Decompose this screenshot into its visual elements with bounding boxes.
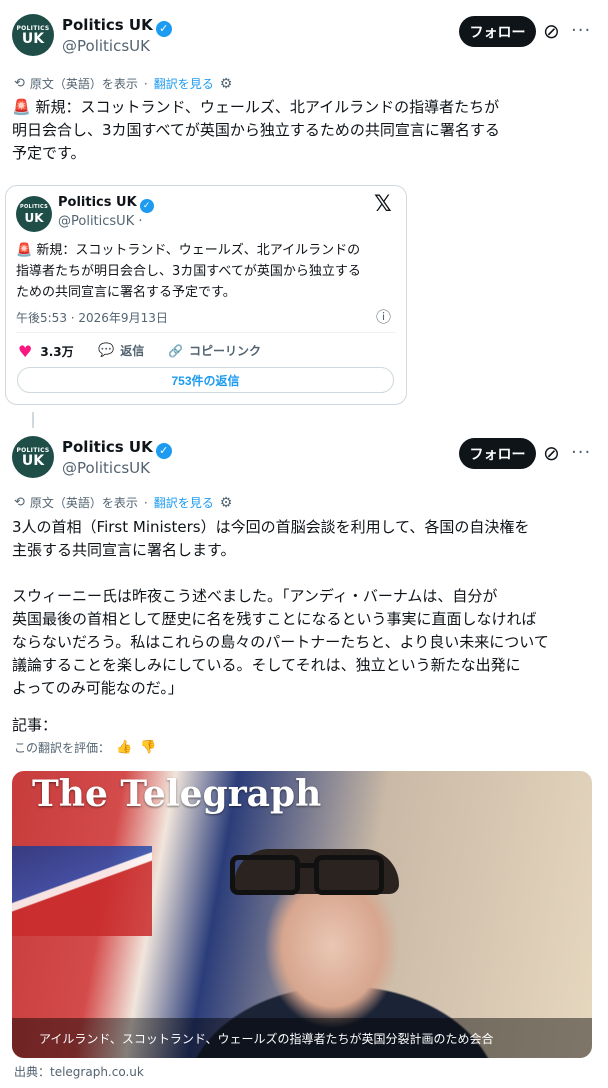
glasses-shape <box>230 855 390 895</box>
copy-link-label: コピーリンク <box>188 344 261 358</box>
see-translation-link[interactable]: 翻訳を見る <box>154 494 214 511</box>
siren-icon: 🚨 <box>12 98 31 116</box>
reply-action[interactable]: 💬 返信 <box>98 342 144 359</box>
follow-button[interactable]: フォロー <box>459 438 536 469</box>
heart-icon: ♥ <box>18 342 33 361</box>
article-image[interactable]: The Telegraph アイルランド、スコットランド、ウェールズの指導者たち… <box>12 771 592 1058</box>
author-name[interactable]: Politics UK <box>58 195 137 210</box>
flag-shape <box>12 846 152 936</box>
gear-icon[interactable]: ⚙ <box>220 76 233 92</box>
show-original-link[interactable]: 原文（英語）を表示 <box>30 75 138 92</box>
rate-translation-label: この翻訳を評価： <box>14 741 111 755</box>
verified-badge-icon: ✓ <box>155 443 172 459</box>
link-source[interactable]: 出典：telegraph.co.uk <box>14 1063 144 1080</box>
quote-author-row[interactable]: Politics UK ✓ <box>58 195 154 213</box>
reply-label: 返信 <box>120 344 145 358</box>
info-icon[interactable]: ⓘ <box>376 306 391 327</box>
avatar[interactable]: POLITICS UK <box>12 436 54 478</box>
thread-line <box>32 412 34 428</box>
avatar[interactable]: POLITICS UK <box>12 14 54 56</box>
translate-icon: ⟲ <box>14 76 25 91</box>
view-replies-button[interactable]: 753件の返信 <box>17 367 394 393</box>
thumbs-down-icon[interactable]: 👎 <box>140 740 156 755</box>
thumbs-up-icon[interactable]: 👍 <box>116 740 132 755</box>
tweet-text: 3人の首相（First Ministers）は今回の首脳会談を利用して、各国の自… <box>12 516 592 737</box>
follow-button[interactable]: フォロー <box>459 16 536 47</box>
translate-icon: ⟲ <box>14 495 25 510</box>
quoted-tweet-card[interactable]: POLITICS UK Politics UK ✓ @PoliticsUK · 𝕏… <box>5 185 407 405</box>
grok-icon[interactable]: ⊘ <box>543 441 560 465</box>
reply-icon: 💬 <box>98 343 115 358</box>
copy-link-action[interactable]: 🔗 コピーリンク <box>168 342 261 359</box>
like-action[interactable]: ♥ 3.3万 <box>18 342 74 361</box>
author-name-row[interactable]: Politics UK ✓ <box>62 437 172 459</box>
verified-badge-icon: ✓ <box>139 199 154 213</box>
more-options-icon[interactable]: ··· <box>571 20 591 41</box>
grok-icon[interactable]: ⊘ <box>543 19 560 43</box>
translation-row: ⟲ 原文（英語）を表示 · 翻訳を見る ⚙ <box>14 75 233 92</box>
tweet-text: 🚨 新規：スコットランド、ウェールズ、北アイルランドの指導者たちが 明日会合し、… <box>12 98 500 162</box>
siren-icon: 🚨 <box>16 243 33 258</box>
gear-icon[interactable]: ⚙ <box>220 495 233 511</box>
author-name[interactable]: Politics UK <box>62 438 153 456</box>
author-name-row[interactable]: Politics UK ✓ <box>62 15 172 37</box>
author-handle[interactable]: @PoliticsUK · <box>58 214 143 229</box>
author-handle[interactable]: @PoliticsUK <box>62 459 150 477</box>
see-translation-link[interactable]: 翻訳を見る <box>154 75 214 92</box>
more-options-icon[interactable]: ··· <box>571 442 591 463</box>
show-original-link[interactable]: 原文（英語）を表示 <box>30 494 138 511</box>
article-label: 記事： <box>12 716 58 734</box>
like-count: 3.3万 <box>40 345 74 359</box>
translation-row: ⟲ 原文（英語）を表示 · 翻訳を見る ⚙ <box>14 494 233 511</box>
quoted-tweet-text: 🚨 新規：スコットランド、ウェールズ、北アイルランドの 指導者たちが明日会合し、… <box>16 243 361 300</box>
verified-badge-icon: ✓ <box>155 21 172 37</box>
link-icon: 🔗 <box>168 343 183 358</box>
rate-translation-row: この翻訳を評価： 👍 👎 <box>14 739 156 756</box>
avatar[interactable]: POLITICS UK <box>16 196 52 232</box>
author-name[interactable]: Politics UK <box>62 16 153 34</box>
divider <box>16 332 396 333</box>
image-caption: アイルランド、スコットランド、ウェールズの指導者たちが英国分裂計画のため会合 <box>12 1018 592 1058</box>
timestamp[interactable]: 午後5:53 · 2026年9月13日 <box>16 309 168 326</box>
x-logo-icon[interactable]: 𝕏 <box>374 192 392 217</box>
telegraph-logo: The Telegraph <box>32 773 322 815</box>
author-handle[interactable]: @PoliticsUK <box>62 37 150 55</box>
